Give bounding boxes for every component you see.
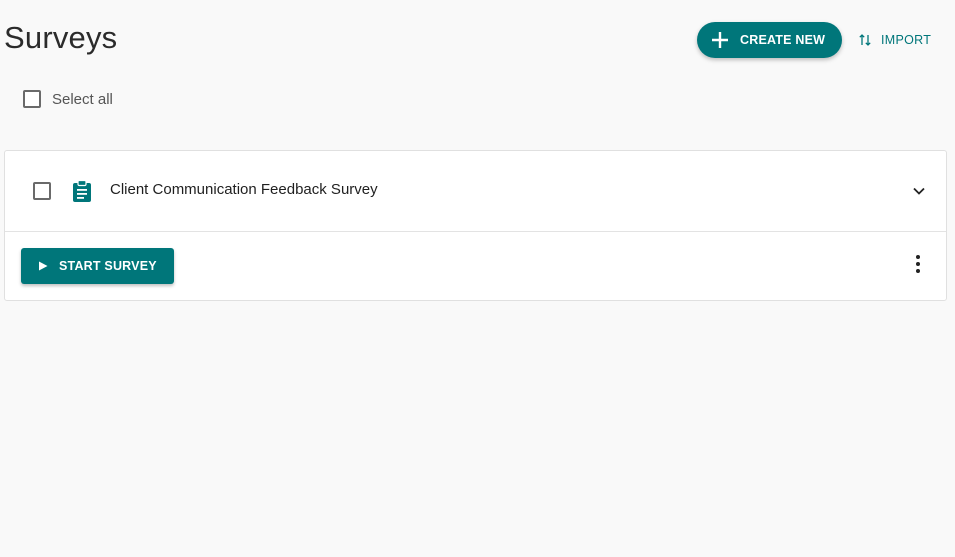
surveys-page: Surveys CREATE NEW IMPORT Select all Cli bbox=[0, 0, 955, 557]
select-all-checkbox[interactable] bbox=[23, 90, 41, 108]
select-all-label: Select all bbox=[52, 90, 113, 108]
create-new-label: CREATE NEW bbox=[740, 33, 826, 47]
start-survey-label: START SURVEY bbox=[59, 259, 157, 273]
chevron-down-icon[interactable] bbox=[910, 182, 928, 200]
import-label: IMPORT bbox=[881, 33, 932, 47]
survey-title: Client Communication Feedback Survey bbox=[110, 181, 378, 198]
clipboard-icon bbox=[73, 180, 91, 202]
survey-card-footer: START SURVEY bbox=[5, 232, 946, 300]
select-all-control[interactable]: Select all bbox=[23, 90, 113, 108]
more-vertical-icon[interactable] bbox=[910, 253, 926, 275]
import-button[interactable]: IMPORT bbox=[852, 28, 937, 52]
play-icon bbox=[39, 261, 48, 271]
survey-card-header[interactable]: Client Communication Feedback Survey bbox=[5, 151, 946, 232]
survey-card: Client Communication Feedback Survey STA… bbox=[4, 150, 947, 301]
swap-vertical-icon bbox=[859, 34, 871, 46]
start-survey-button[interactable]: START SURVEY bbox=[21, 248, 174, 284]
plus-icon bbox=[712, 32, 728, 48]
create-new-button[interactable]: CREATE NEW bbox=[697, 22, 842, 58]
survey-checkbox[interactable] bbox=[33, 182, 51, 200]
page-title: Surveys bbox=[4, 20, 118, 55]
